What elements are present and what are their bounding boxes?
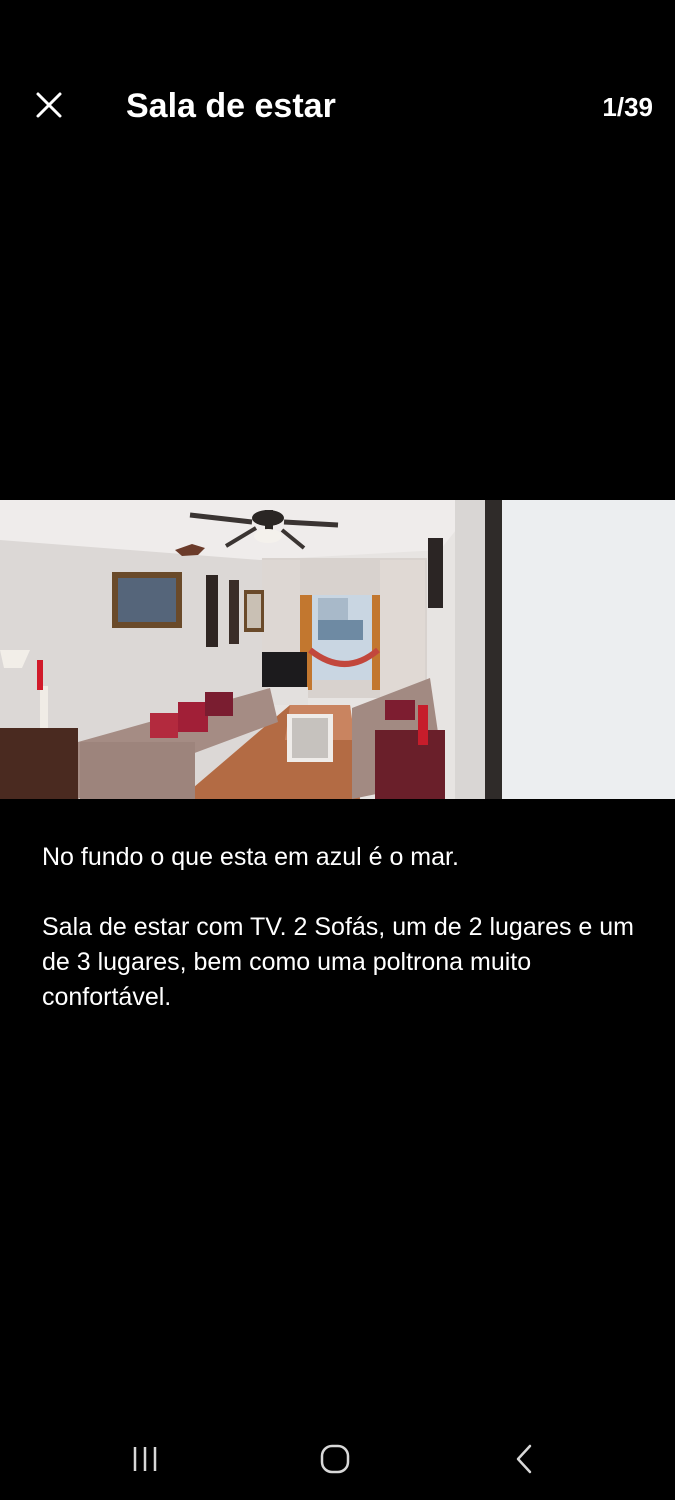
system-navigation-bar (0, 1410, 675, 1500)
caption-paragraph: No fundo o que esta em azul é o mar. (42, 843, 459, 871)
photo-caption: No fundo o que esta em azul é o mar. Sal… (42, 840, 642, 1015)
home-button[interactable] (295, 1434, 375, 1484)
photo-image (0, 500, 675, 799)
photo-viewer-screen: Sala de estar 1/39 No fundo o que esta e… (0, 0, 675, 1500)
back-icon (516, 1444, 532, 1474)
recents-button[interactable] (106, 1434, 186, 1484)
photo-counter: 1/39 (602, 92, 653, 122)
home-icon (320, 1444, 350, 1474)
close-icon (36, 92, 62, 118)
close-button[interactable] (26, 82, 72, 128)
page-title: Sala de estar (126, 87, 336, 125)
living-room-photo[interactable] (0, 500, 675, 799)
recents-icon (133, 1447, 157, 1471)
back-button[interactable] (484, 1434, 564, 1484)
caption-paragraph: Sala de estar com TV. 2 Sofás, um de 2 l… (42, 913, 634, 1011)
header: Sala de estar 1/39 (0, 0, 675, 215)
